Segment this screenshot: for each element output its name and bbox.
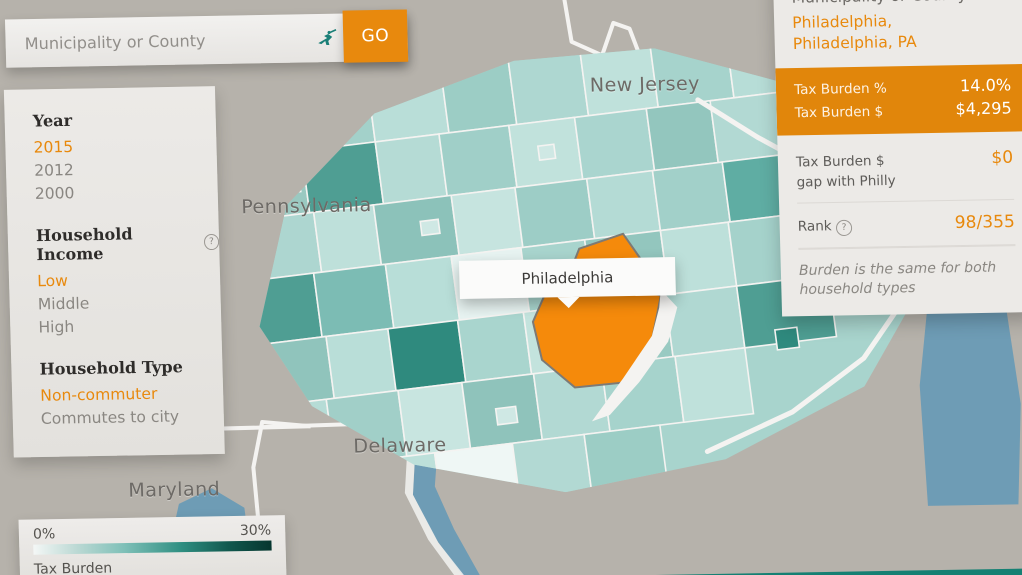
info-row-tax-burden-dollars: Tax Burden $ $4,295 — [794, 97, 1012, 124]
legend-gradient-bar — [33, 540, 272, 555]
filter-group-household-type: Household Type Non-commuter Commutes to … — [11, 356, 224, 431]
info-key-tax-burden-percent: Tax Burden % — [793, 80, 888, 99]
info-panel-highlight-band: Tax Burden % 14.0% Tax Burden $ $4,295 — [775, 63, 1022, 136]
filter-group-household-income: Household Income ? Low Middle High — [8, 223, 222, 340]
filter-option-year-2000[interactable]: 2000 — [35, 180, 219, 206]
info-value-rank: 98/355 — [954, 211, 1016, 234]
filter-group-year: Year 2015 2012 2000 — [4, 108, 218, 206]
map-label-maryland: Maryland — [128, 478, 221, 502]
info-value-gap: $0 — [991, 147, 1014, 169]
filter-option-year-2012[interactable]: 2012 — [34, 156, 218, 182]
info-value-tax-burden-dollars: $4,295 — [955, 98, 1012, 119]
info-key-tax-burden-dollars: Tax Burden $ — [794, 103, 884, 122]
filter-option-year-2015[interactable]: 2015 — [33, 133, 217, 159]
info-panel-header: Municipality or County Philadelphia, Phi… — [773, 0, 1022, 68]
info-panel: Municipality or County Philadelphia, Phi… — [772, 0, 1022, 317]
info-panel-body: Tax Burden $ gap with Philly $0 Rank ? 9… — [777, 131, 1022, 316]
search-bar[interactable]: GO — [4, 9, 409, 69]
filter-option-type-commutes-to-city[interactable]: Commutes to city — [41, 405, 225, 431]
filter-option-income-low[interactable]: Low — [37, 267, 221, 293]
question-mark-icon[interactable]: ? — [203, 233, 220, 251]
filter-option-income-middle[interactable]: Middle — [38, 290, 222, 316]
filter-option-type-non-commuter[interactable]: Non-commuter — [40, 382, 224, 408]
question-mark-icon-rank[interactable]: ? — [835, 219, 853, 237]
screenshot-stage: New Jersey Pennsylvania Delaware Marylan… — [0, 0, 1022, 575]
info-key-gap-line2: gap with Philly — [796, 172, 896, 191]
info-key-rank: Rank — [797, 218, 832, 235]
legend-caption: Tax Burden — [33, 560, 113, 575]
info-value-tax-burden-percent: 14.0% — [959, 75, 1012, 96]
map-label-pennsylvania: Pennsylvania — [240, 194, 372, 219]
map-tooltip-philadelphia: Philadelphia — [458, 257, 676, 299]
tooltip-label: Philadelphia — [521, 268, 614, 288]
filter-title-household-income-text: Household Income — [35, 224, 133, 265]
info-panel-place-line2: Philadelphia, PA — [792, 32, 917, 53]
legend-range: 0% 30% — [33, 522, 272, 542]
filter-title-year: Year — [32, 110, 73, 131]
info-section-gap-with-philly: Tax Burden $ gap with Philly $0 — [795, 135, 1015, 204]
map-label-delaware: Delaware — [353, 433, 447, 458]
filter-option-income-high[interactable]: High — [38, 313, 222, 339]
info-key-gap-line1: Tax Burden $ — [795, 152, 885, 171]
filter-panel[interactable]: Year 2015 2012 2000 Household Income ? L… — [3, 86, 225, 458]
legend-min: 0% — [32, 526, 56, 543]
map-label-new-jersey: New Jersey — [589, 72, 701, 97]
search-input[interactable] — [4, 13, 310, 69]
filter-title-household-income: Household Income ? — [36, 223, 220, 264]
map-legend: 0% 30% Tax Burden — [18, 515, 287, 575]
runner-icon — [309, 29, 344, 48]
filter-title-household-type: Household Type — [39, 357, 184, 379]
app-canvas: New Jersey Pennsylvania Delaware Marylan… — [0, 0, 1022, 575]
info-section-rank: Rank ? 98/355 — [797, 199, 1016, 249]
legend-max: 30% — [239, 522, 272, 540]
search-go-button[interactable]: GO — [342, 9, 409, 63]
info-panel-heading: Municipality or County — [791, 0, 1009, 7]
info-panel-note: Burden is the same for both household ty… — [798, 245, 1017, 301]
